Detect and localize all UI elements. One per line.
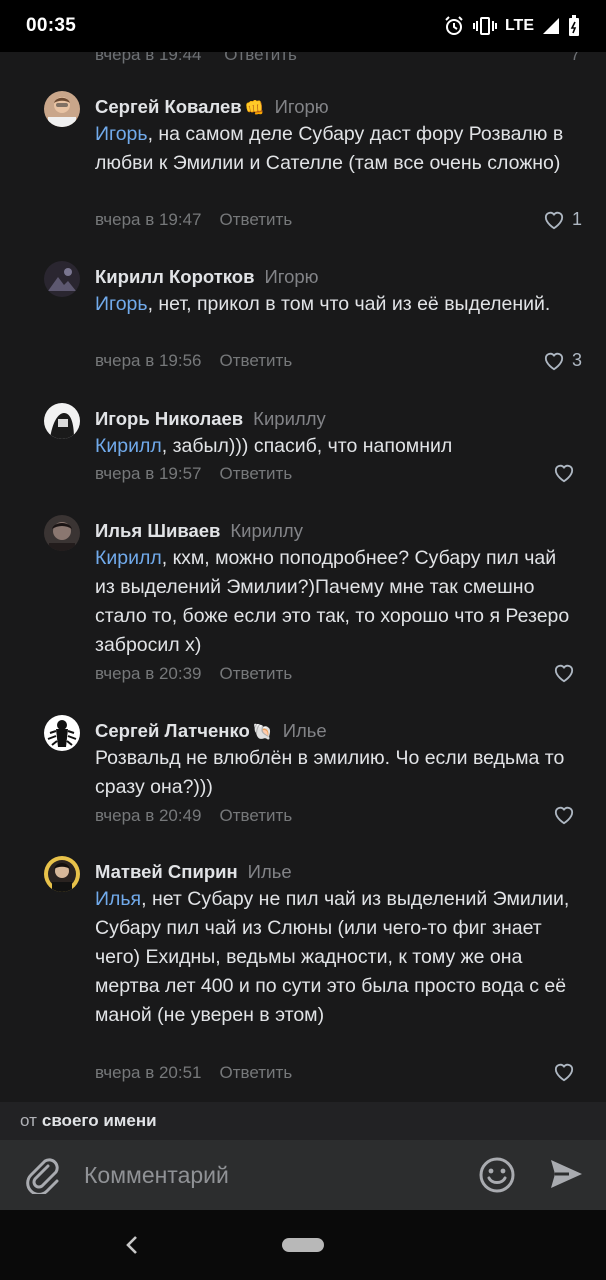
alarm-icon — [443, 15, 465, 37]
comment-text: Игорь, на самом деле Субару даст фору Ро… — [95, 120, 575, 178]
like-button[interactable]: 3 — [543, 350, 582, 371]
reply-to[interactable]: Кириллу — [230, 520, 303, 541]
heart-outline-icon — [543, 351, 565, 371]
author-emoji: 👊 — [244, 100, 265, 117]
mention-link[interactable]: Игорь — [95, 293, 148, 315]
comment-meta: вчера в 20:39 Ответить — [95, 664, 292, 684]
comment-header: Сергей Латченко 🐚 Илье — [95, 719, 327, 745]
reply-to[interactable]: Кириллу — [253, 408, 326, 429]
comment-input[interactable] — [84, 1158, 444, 1192]
comment-text: Илья, нет Субару не пил чай из выделений… — [95, 885, 575, 1030]
reply-to[interactable]: Илье — [248, 861, 292, 882]
comment-text: Розвальд не влюблён в эмилию. Чо если ве… — [95, 744, 575, 802]
avatar[interactable] — [44, 515, 80, 551]
like-count: 1 — [571, 209, 582, 229]
comment-header: Илья Шиваев Кириллу — [95, 519, 303, 543]
heart-outline-icon — [553, 463, 575, 483]
comment-header: Сергей Ковалев 👊 Игорю — [95, 95, 329, 121]
status-time: 00:35 — [26, 15, 77, 36]
post-as-selector[interactable]: от своего имени — [0, 1102, 606, 1140]
like-button[interactable]: 1 — [543, 209, 582, 230]
home-pill[interactable] — [282, 1238, 324, 1252]
status-icons: LTE — [443, 15, 580, 37]
comment-meta: вчера в 19:56 Ответить — [95, 351, 292, 371]
comment-text: Кирилл, кхм, можно поподробнее? Субару п… — [95, 544, 575, 660]
comment-meta: вчера в 19:47 Ответить — [95, 210, 292, 230]
reply-button[interactable]: Ответить — [220, 351, 293, 371]
comment-date: вчера в 19:57 — [95, 464, 202, 483]
reply-button[interactable]: Ответить — [220, 664, 293, 684]
author-name[interactable]: Матвей Спирин — [95, 861, 238, 882]
signal-icon — [542, 17, 560, 35]
comment-date: вчера в 19:56 — [95, 351, 202, 370]
avatar[interactable] — [44, 715, 80, 751]
reply-button[interactable]: Ответить — [220, 1063, 293, 1083]
mention-link[interactable]: Кирилл — [95, 435, 162, 457]
heart-outline-icon — [553, 1062, 575, 1082]
heart-outline-icon — [553, 663, 575, 683]
comment-header: Игорь Николаев Кириллу — [95, 407, 326, 431]
post-as-name: своего имени — [41, 1111, 157, 1130]
author-name[interactable]: Игорь Николаев — [95, 408, 243, 429]
comment-date: вчера в 19:47 — [95, 210, 202, 229]
comment-body: , кхм, можно поподробнее? Субару пил чай… — [95, 547, 570, 656]
comment-body: Розвальд не влюблён в эмилию. Чо если ве… — [95, 747, 565, 798]
heart-outline-icon — [553, 805, 575, 825]
comment-body: , забыл))) спасиб, что напомнил — [161, 435, 453, 457]
comment-meta: вчера в 20:51 Ответить — [95, 1063, 292, 1083]
author-name[interactable]: Илья Шиваев — [95, 520, 220, 541]
comment-meta: вчера в 19:57 Ответить — [95, 464, 292, 484]
comment-text: Игорь, нет, прикол в том что чай из её в… — [95, 290, 575, 319]
previous-comment-meta: вчера в 19:44 Ответить 7 — [95, 52, 580, 64]
reply-button[interactable]: Ответить — [220, 806, 293, 826]
like-button[interactable] — [553, 1062, 582, 1082]
network-type: LTE — [504, 17, 534, 34]
author-name[interactable]: Сергей Ковалев — [95, 96, 242, 117]
paperclip-icon[interactable] — [24, 1156, 60, 1199]
post-as-prefix: от — [20, 1111, 37, 1130]
comment-body: , нет Субару не пил чай из выделений Эми… — [95, 888, 570, 1026]
like-button[interactable] — [553, 463, 582, 483]
reply-to[interactable]: Игорю — [264, 266, 318, 287]
nav-back-icon[interactable] — [124, 1235, 140, 1260]
smiley-icon[interactable] — [478, 1156, 516, 1199]
comment-body: , на самом деле Субару даст фору Розвалю… — [95, 123, 564, 174]
avatar[interactable] — [44, 261, 80, 297]
comment-date: вчера в 20:51 — [95, 1063, 202, 1082]
author-name[interactable]: Кирилл Коротков — [95, 266, 254, 287]
system-nav-bar — [0, 1210, 606, 1280]
status-bar: 00:35 LTE — [0, 0, 606, 52]
comment-meta: вчера в 20:49 Ответить — [95, 806, 292, 826]
heart-outline-icon — [543, 210, 565, 230]
like-button[interactable] — [553, 805, 582, 825]
author-emoji: 🐚 — [252, 724, 273, 741]
reply-to[interactable]: Игорю — [275, 96, 329, 117]
mention-link[interactable]: Илья — [95, 888, 141, 910]
author-name[interactable]: Сергей Латченко — [95, 720, 250, 741]
reply-button[interactable]: Ответить — [224, 52, 297, 64]
mention-link[interactable]: Игорь — [95, 123, 148, 145]
like-count: 3 — [571, 350, 582, 370]
avatar[interactable] — [44, 91, 80, 127]
reply-button[interactable]: Ответить — [220, 464, 293, 484]
like-button[interactable] — [553, 663, 582, 683]
send-arrow-icon[interactable] — [548, 1156, 584, 1197]
battery-icon — [568, 15, 580, 37]
comment-date: вчера в 19:44 — [95, 52, 202, 64]
comment-text: Кирилл, забыл))) спасиб, что напомнил — [95, 432, 575, 461]
avatar[interactable] — [44, 403, 80, 439]
comment-date: вчера в 20:39 — [95, 664, 202, 683]
comment-body: , нет, прикол в том что чай из её выделе… — [147, 293, 551, 315]
reply-to[interactable]: Илье — [283, 720, 327, 741]
comment-composer — [0, 1140, 606, 1210]
comments-feed[interactable]: вчера в 19:44 Ответить 7 Сергей Ковалев 👊… — [0, 52, 606, 1102]
like-count[interactable]: 7 — [571, 52, 580, 65]
avatar[interactable] — [44, 856, 80, 892]
reply-button[interactable]: Ответить — [220, 210, 293, 230]
mention-link[interactable]: Кирилл — [95, 547, 162, 569]
vibrate-icon — [472, 16, 497, 36]
comment-header: Кирилл Коротков Игорю — [95, 265, 319, 289]
comment-date: вчера в 20:49 — [95, 806, 202, 825]
comment-header: Матвей Спирин Илье — [95, 860, 292, 884]
